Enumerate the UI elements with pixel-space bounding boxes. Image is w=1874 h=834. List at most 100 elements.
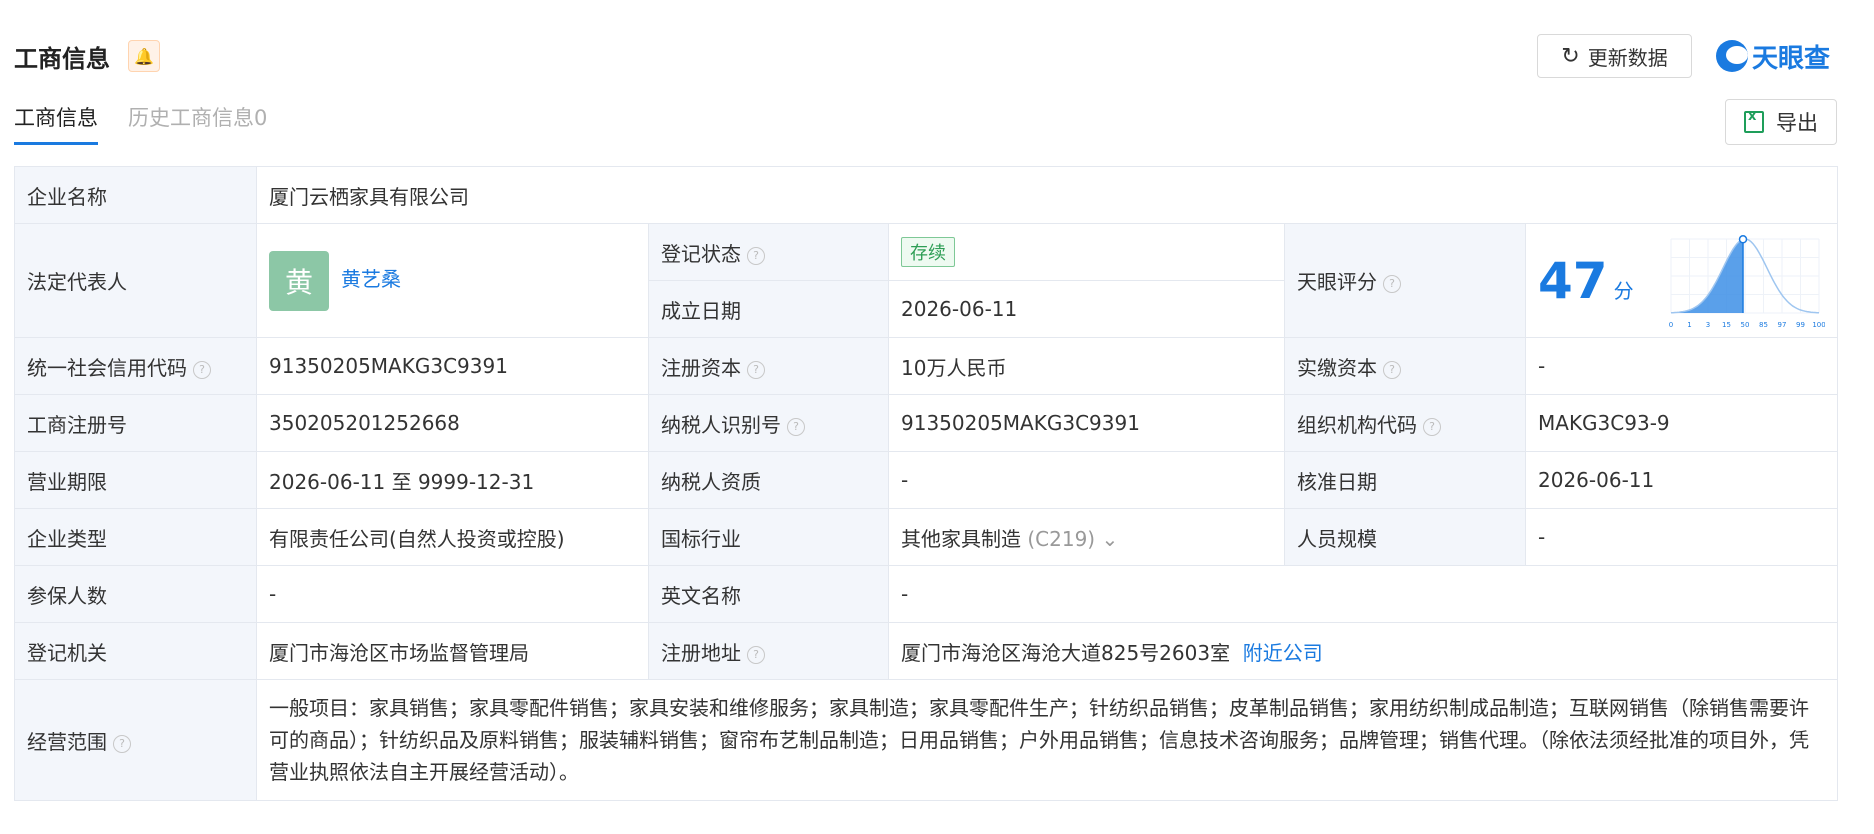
score-display: 47 分 bbox=[1538, 252, 1634, 310]
score-tick-label: 97 bbox=[1778, 321, 1787, 329]
refresh-data-button[interactable]: ↻ 更新数据 bbox=[1537, 34, 1692, 78]
score-tick-label: 1 bbox=[1687, 321, 1691, 329]
reg-address-cell: 厦门市海沧区海沧大道825号2603室 附近公司 bbox=[888, 622, 1838, 680]
reg-address-value: 厦门市海沧区海沧大道825号2603室 bbox=[901, 640, 1231, 665]
score-tick-label: 99 bbox=[1796, 321, 1805, 329]
table-row: 工商注册号 350205201252668 纳税人识别号? 91350205MA… bbox=[14, 394, 1838, 452]
company-name-label: 企业名称 bbox=[14, 166, 257, 224]
org-code-label: 组织机构代码 bbox=[1297, 412, 1417, 437]
table-row: 法定代表人 黄黄艺桑 登记状态? 存续 天眼评分? 47 分 0 1 3 15 50 85 9… bbox=[14, 223, 1838, 338]
approve-date-label: 核准日期 bbox=[1284, 451, 1526, 509]
help-icon[interactable]: ? bbox=[787, 417, 805, 436]
legal-rep-label: 法定代表人 bbox=[14, 223, 257, 338]
credit-code-label: 统一社会信用代码 bbox=[27, 355, 187, 380]
section-header: 工商信息 🔔 bbox=[14, 34, 160, 78]
export-label: 导出 bbox=[1776, 111, 1818, 135]
business-info-panel: 工商信息 🔔 ↻ 更新数据 天眼查 工商信息 历史工商信息0 导出 企业名称 厦… bbox=[0, 0, 1874, 834]
score-distribution-chart[interactable]: 0 1 3 15 50 85 97 99 100 bbox=[1665, 231, 1825, 331]
help-icon[interactable]: ? bbox=[1383, 360, 1401, 379]
credit-code-value: 91350205MAKG3C9391 bbox=[256, 337, 649, 395]
export-button[interactable]: 导出 bbox=[1725, 99, 1837, 145]
taxpayer-qual-label: 纳税人资质 bbox=[648, 451, 889, 509]
company-type-label: 企业类型 bbox=[14, 508, 257, 566]
score-tick-label: 100 bbox=[1812, 321, 1825, 329]
company-type-value: 有限责任公司(自然人投资或控股) bbox=[256, 508, 649, 566]
tab-history-business-info[interactable]: 历史工商信息0 bbox=[128, 102, 267, 142]
table-row: 营业期限 2026-06-11 至 9999-12-31 纳税人资质 - 核准日… bbox=[14, 451, 1838, 509]
reg-address-label: 注册地址 bbox=[661, 640, 741, 665]
credit-code-label-cell: 统一社会信用代码? bbox=[14, 337, 257, 395]
section-title: 工商信息 bbox=[14, 44, 110, 73]
org-code-value: MAKG3C93-9 bbox=[1525, 394, 1838, 452]
score-label: 天眼评分 bbox=[1297, 270, 1377, 294]
staff-size-label: 人员规模 bbox=[1284, 508, 1526, 566]
table-row: 企业名称 厦门云栖家具有限公司 bbox=[14, 166, 1838, 224]
refresh-label: 更新数据 bbox=[1587, 45, 1668, 70]
help-icon[interactable]: ? bbox=[113, 734, 131, 753]
reg-status-cell: 存续 bbox=[888, 223, 1285, 281]
insured-value: - bbox=[256, 565, 649, 623]
help-icon[interactable]: ? bbox=[193, 360, 211, 379]
industry-cell[interactable]: 其他家具制造 (C219) ⌄ bbox=[888, 508, 1285, 566]
score-tick-label: 0 bbox=[1669, 321, 1673, 329]
company-name-value: 厦门云栖家具有限公司 bbox=[256, 166, 1838, 224]
reg-no-value: 350205201252668 bbox=[256, 394, 649, 452]
industry-value: 其他家具制造 bbox=[901, 526, 1021, 551]
avatar[interactable]: 黄 bbox=[269, 250, 329, 311]
reg-authority-value: 厦门市海沧区市场监督管理局 bbox=[256, 622, 649, 680]
score-tick-label: 3 bbox=[1706, 321, 1710, 329]
reg-no-label: 工商注册号 bbox=[14, 394, 257, 452]
reg-authority-label: 登记机关 bbox=[14, 622, 257, 680]
scope-label-cell: 经营范围? bbox=[14, 679, 257, 801]
score-label-cell: 天眼评分? bbox=[1284, 223, 1526, 338]
reg-status-label-cell: 登记状态? bbox=[648, 223, 889, 281]
found-date-label: 成立日期 bbox=[648, 280, 889, 338]
bell-icon[interactable]: 🔔 bbox=[128, 40, 160, 72]
tab-business-info[interactable]: 工商信息 bbox=[14, 102, 98, 145]
found-date-value: 2026-06-11 bbox=[888, 280, 1285, 338]
taxpayer-qual-value: - bbox=[888, 451, 1285, 509]
refresh-icon: ↻ bbox=[1561, 43, 1580, 69]
table-row: 经营范围? 一般项目：家具销售；家具零配件销售；家具安装和维修服务；家具制造；家… bbox=[14, 679, 1838, 801]
taxpayer-id-label-cell: 纳税人识别号? bbox=[648, 394, 889, 452]
table-row: 统一社会信用代码? 91350205MAKG3C9391 注册资本? 10万人民… bbox=[14, 337, 1838, 395]
help-icon[interactable]: ? bbox=[1423, 417, 1441, 436]
scope-label: 经营范围 bbox=[27, 729, 107, 754]
industry-code: (C219) bbox=[1027, 526, 1096, 551]
logo-text: 天眼查 bbox=[1752, 43, 1831, 74]
org-code-label-cell: 组织机构代码? bbox=[1284, 394, 1526, 452]
reg-capital-value: 10万人民币 bbox=[888, 337, 1285, 395]
english-name-value: - bbox=[888, 565, 1838, 623]
taxpayer-id-label: 纳税人识别号 bbox=[661, 412, 781, 437]
status-badge: 存续 bbox=[901, 237, 955, 267]
score-cell: 47 分 0 1 3 15 50 85 97 99 100 bbox=[1525, 223, 1838, 338]
staff-size-value: - bbox=[1525, 508, 1838, 566]
insured-label: 参保人数 bbox=[14, 565, 257, 623]
help-icon[interactable]: ? bbox=[747, 246, 765, 265]
reg-status-label: 登记状态 bbox=[661, 241, 741, 266]
legal-rep-link[interactable]: 黄艺桑 bbox=[341, 267, 401, 291]
help-icon[interactable]: ? bbox=[1383, 275, 1401, 293]
business-info-table: 企业名称 厦门云栖家具有限公司 法定代表人 黄黄艺桑 登记状态? 存续 天眼评分… bbox=[14, 166, 1838, 801]
score-marker-dot bbox=[1738, 234, 1748, 244]
excel-icon bbox=[1744, 109, 1764, 133]
english-name-label: 英文名称 bbox=[648, 565, 889, 623]
chevron-down-icon[interactable]: ⌄ bbox=[1101, 527, 1118, 551]
reg-capital-label-cell: 注册资本? bbox=[648, 337, 889, 395]
help-icon[interactable]: ? bbox=[747, 645, 765, 664]
paid-capital-value: - bbox=[1525, 337, 1838, 395]
tianyancha-logo: 天眼查 bbox=[1716, 36, 1830, 76]
industry-label: 国标行业 bbox=[648, 508, 889, 566]
score-unit: 分 bbox=[1613, 278, 1634, 303]
score-tick-label: 15 bbox=[1722, 321, 1731, 329]
paid-capital-label: 实缴资本 bbox=[1297, 355, 1377, 380]
reg-address-label-cell: 注册地址? bbox=[648, 622, 889, 680]
paid-capital-label-cell: 实缴资本? bbox=[1284, 337, 1526, 395]
nearby-companies-link[interactable]: 附近公司 bbox=[1243, 641, 1323, 665]
logo-mark-icon bbox=[1716, 40, 1748, 72]
reg-capital-label: 注册资本 bbox=[661, 355, 741, 380]
approve-date-value: 2026-06-11 bbox=[1525, 451, 1838, 509]
taxpayer-id-value: 91350205MAKG3C9391 bbox=[888, 394, 1285, 452]
score-tick-label: 50 bbox=[1741, 321, 1750, 329]
help-icon[interactable]: ? bbox=[747, 360, 765, 379]
